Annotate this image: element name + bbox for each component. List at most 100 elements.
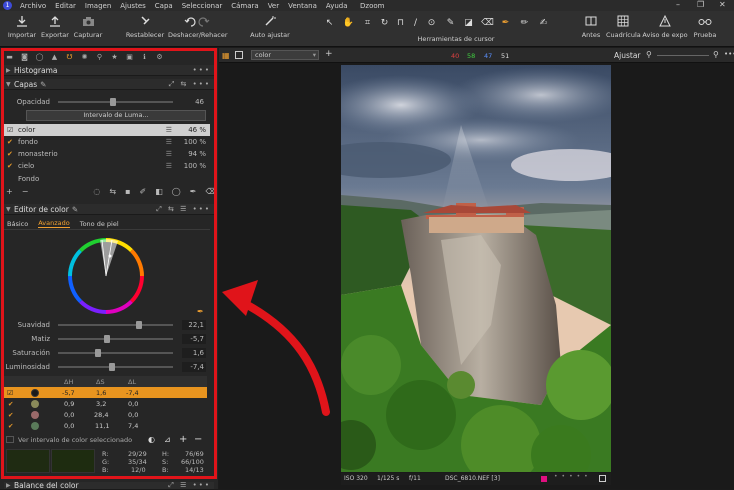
ver-intervalo-checkbox[interactable] (6, 436, 14, 443)
camera-tab-icon[interactable]: ◙ (19, 53, 30, 62)
remove-range-icon[interactable]: − (194, 434, 202, 445)
eraser-icon[interactable]: ⌫ (481, 16, 494, 29)
output-tab-icon[interactable]: ▣ (124, 53, 135, 62)
opacidad-knob[interactable] (110, 98, 116, 106)
remove-layer-icon[interactable]: − (22, 187, 29, 196)
layer-select[interactable]: color ▾ (251, 50, 319, 60)
hand-pan-icon[interactable]: ✋ (342, 16, 355, 29)
menu-ventana[interactable]: Ventana (288, 2, 317, 10)
saturacion-slider[interactable] (58, 349, 173, 357)
straighten-icon[interactable]: ∕ (409, 16, 422, 29)
exportar-button[interactable]: Exportar (39, 13, 71, 39)
folder-tab-icon[interactable]: ▬ (4, 53, 15, 62)
capas-tools-icon[interactable]: ⤢ ⇆ ••• (169, 80, 211, 89)
minimize-button[interactable]: – (676, 0, 680, 9)
grid-view-icon[interactable]: ▦ (222, 51, 230, 60)
picker-icon[interactable]: ✎ (444, 16, 457, 29)
color-picker-icon[interactable]: ✒ (499, 16, 512, 29)
tab-tono-piel[interactable]: Tono de piel (80, 220, 119, 228)
add-picker-icon[interactable]: ⊿ (164, 435, 171, 444)
layer-row[interactable]: ✔ cielo ☰ 100 % (4, 160, 210, 172)
zoom-fit-label[interactable]: Ajustar (614, 51, 641, 60)
menu-ajustes[interactable]: Ajustes (120, 2, 146, 10)
restablecer-button[interactable]: Restablecer (124, 13, 166, 39)
close-button[interactable]: ✕ (719, 0, 726, 9)
suavidad-knob[interactable] (136, 321, 143, 329)
capas-header[interactable]: ▼ Capas ✎ ⤢ ⇆ ••• (4, 79, 214, 90)
checkbox-icon[interactable]: ☑ (7, 126, 15, 134)
detail-tab-icon[interactable]: ✺ (79, 53, 90, 62)
gradient-mask-icon[interactable]: ◧ (155, 187, 163, 196)
brush-mask-icon[interactable]: ✐ (140, 187, 147, 196)
checkbox-icon[interactable]: ☑ (7, 389, 13, 397)
zoom-icon[interactable]: ⚲ (646, 50, 652, 59)
fill-icon[interactable]: ▪ (125, 187, 130, 196)
layer-row[interactable]: ✔ fondo ☰ 100 % (4, 136, 210, 148)
editor-color-header[interactable]: ▼ Editor de color ✎ ⤢ ⇆ ☰ ••• (4, 204, 214, 215)
check-icon[interactable]: ✔ (8, 400, 13, 408)
select-cursor-icon[interactable]: ↖ (323, 16, 336, 29)
color-tab-icon[interactable]: ☋ (64, 53, 75, 62)
eyedropper-icon[interactable]: ✒ (197, 307, 207, 317)
luminosidad-knob[interactable] (109, 363, 116, 371)
color-range-row[interactable]: ✔ 0,0 11,1 7,4 (4, 420, 207, 431)
menu-seleccionar[interactable]: Seleccionar (182, 2, 223, 10)
deshacer-button[interactable]: Deshacer/Rehacer (168, 13, 228, 39)
luminosidad-value[interactable]: -7,4 (182, 362, 206, 372)
menu-camara[interactable]: Cámara (231, 2, 258, 10)
intervalo-luma-button[interactable]: Intervalo de Luma... (26, 110, 206, 121)
check-icon[interactable]: ✔ (7, 150, 15, 158)
layer-row[interactable]: ☑ color ☰ 46 % (4, 124, 210, 136)
link-icon[interactable]: ⇆ (109, 187, 116, 196)
matiz-value[interactable]: -5,7 (182, 334, 206, 344)
check-icon[interactable]: ✔ (8, 411, 13, 419)
single-view-icon[interactable] (235, 51, 243, 59)
viewer-menu-icon[interactable]: ••• (724, 50, 734, 58)
check-icon[interactable]: ✔ (7, 138, 15, 146)
add-layer-icon[interactable]: + (6, 187, 13, 196)
cuadricula-button[interactable]: Cuadrícula (606, 13, 641, 39)
tab-basico[interactable]: Básico (7, 220, 28, 228)
eraser-mask-icon[interactable]: ⌫ (205, 187, 216, 196)
color-tag-icon[interactable] (541, 476, 547, 482)
annotate-icon[interactable]: ✍ (537, 16, 550, 29)
panel-menu-icon[interactable]: ••• (193, 66, 211, 74)
prueba-button[interactable]: Prueba (690, 13, 720, 39)
suavidad-value[interactable]: 22,1 (182, 320, 206, 330)
layer-row-background[interactable]: Fondo (4, 173, 210, 185)
tab-avanzado[interactable]: Avanzado (38, 219, 70, 228)
rating-dots[interactable]: ••••• (554, 473, 592, 480)
picker-circle-icon[interactable]: ◐ (148, 435, 155, 444)
saturacion-value[interactable]: 1,6 (182, 348, 206, 358)
auto-ajustar-button[interactable]: Auto ajustar (248, 13, 292, 39)
check-icon[interactable]: ✔ (8, 422, 13, 430)
brush-icon[interactable]: ✏ (518, 16, 531, 29)
lens-tab-icon[interactable]: ◯ (34, 53, 45, 62)
crop-icon[interactable]: ⌗ (361, 16, 374, 29)
importar-button[interactable]: Importar (6, 13, 38, 39)
color-range-row[interactable]: ✔ 0,0 28,4 0,0 (4, 409, 207, 420)
histograma-header[interactable]: ▶ Histograma ••• (4, 65, 214, 76)
saturacion-knob[interactable] (95, 349, 102, 357)
matiz-slider[interactable] (58, 335, 173, 343)
antes-button[interactable]: Antes (578, 13, 604, 39)
menu-imagen[interactable]: Imagen (85, 2, 111, 10)
maximize-button[interactable]: ❐ (697, 0, 704, 9)
check-icon[interactable]: ✔ (7, 162, 15, 170)
layer-row[interactable]: ✔ monasterio ☰ 94 % (4, 148, 210, 160)
capturar-button[interactable]: Capturar (72, 13, 104, 39)
menu-archivo[interactable]: Archivo (20, 2, 46, 10)
color-wheel[interactable] (66, 236, 146, 316)
spot-icon[interactable]: ⊙ (425, 16, 438, 29)
menu-ayuda[interactable]: Ayuda (326, 2, 348, 10)
menu-capa[interactable]: Capa (155, 2, 173, 10)
luminosidad-slider[interactable] (58, 363, 173, 371)
menu-ver[interactable]: Ver (268, 2, 279, 10)
settings-tab-icon[interactable]: ⚙ (154, 53, 165, 62)
opacidad-value[interactable]: 46 (182, 97, 206, 107)
gradient-icon[interactable]: ◪ (462, 16, 475, 29)
radial-mask-icon[interactable]: ◯ (172, 187, 181, 196)
add-range-icon[interactable]: + (179, 434, 187, 445)
editor-tools-icon[interactable]: ⤢ ⇆ ☰ ••• (156, 205, 211, 214)
pen-icon[interactable]: ✒ (190, 187, 197, 196)
